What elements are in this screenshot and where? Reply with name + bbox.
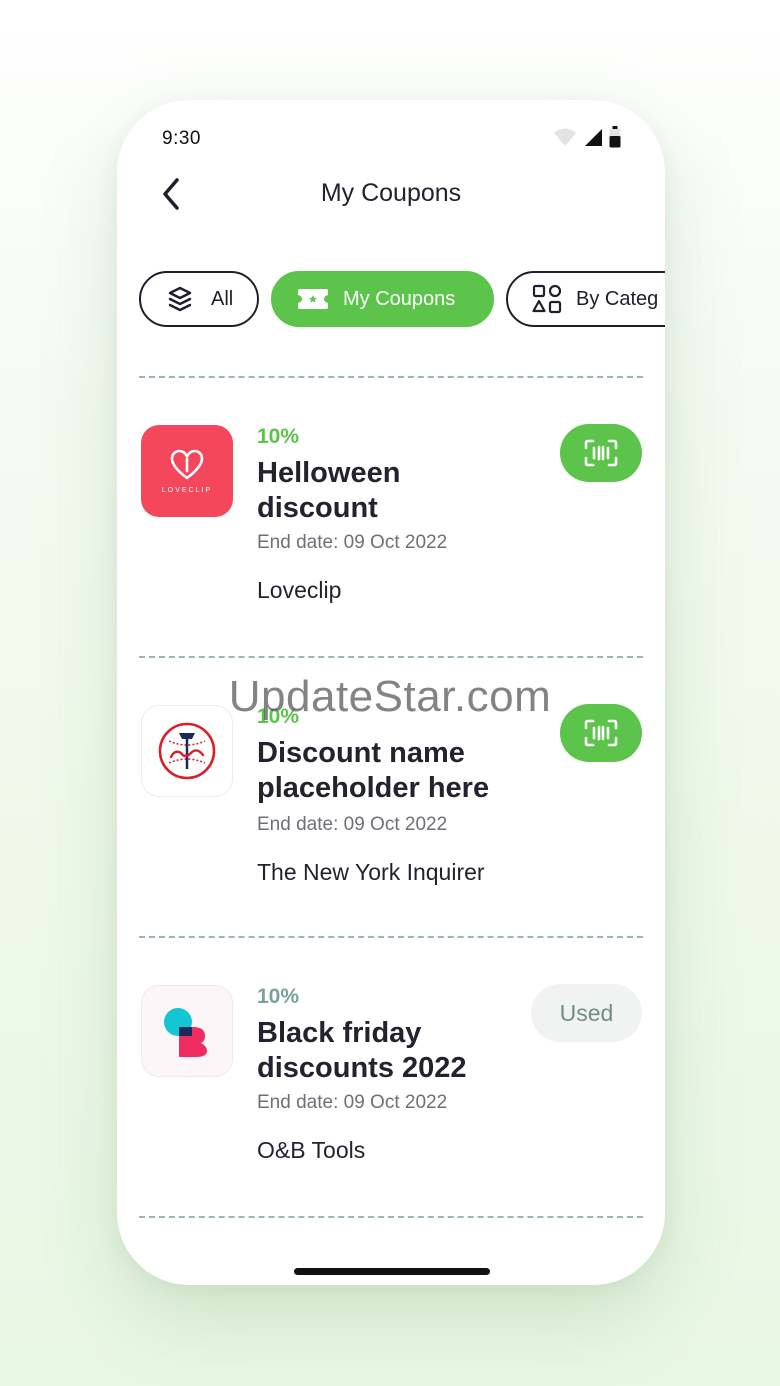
phone-frame: 9:30 My Coupons All My Coupons By Categ … [117, 100, 665, 1285]
tab-all[interactable]: All [139, 271, 259, 327]
used-badge: Used [531, 984, 642, 1042]
loveclip-logo: LOVECLIP [141, 425, 233, 517]
coupon-merchant: Loveclip [257, 577, 342, 603]
coupon-end-date: End date: 09 Oct 2022 [257, 814, 448, 835]
filter-tabs: All My Coupons By Categ [139, 271, 665, 331]
wifi-icon [554, 128, 576, 146]
coupon-end-date: End date: 09 Oct 2022 [257, 532, 448, 553]
dashed-divider [139, 376, 643, 378]
status-bar: 9:30 [117, 100, 665, 176]
layers-icon [167, 286, 193, 312]
status-time: 9:30 [162, 128, 201, 149]
yankees-logo [141, 705, 233, 797]
coupon-card[interactable]: LOVECLIP 10% Helloween discount End date… [117, 424, 665, 665]
coupon-percent: 10% [257, 985, 300, 1008]
scan-button[interactable] [560, 704, 642, 762]
coupon-merchant: O&B Tools [257, 1137, 366, 1163]
ob-tools-logo [141, 985, 233, 1077]
baseball-club-icon [158, 722, 216, 780]
coupon-percent: 10% [257, 425, 300, 448]
coupon-name: Discount name placeholder here [257, 737, 490, 804]
coupon-name: Helloween discount [257, 457, 401, 524]
ticket-icon [297, 287, 329, 311]
scan-barcode-icon [584, 719, 618, 747]
tab-my-coupons-label: My Coupons [343, 287, 456, 310]
status-icons [553, 126, 621, 148]
coupon-percent: 10% [257, 705, 300, 728]
dashed-divider [139, 656, 643, 658]
coupon-card[interactable]: 10% Black friday discounts 2022 End date… [117, 984, 665, 1225]
heart-icon [170, 449, 204, 479]
top-app-bar: My Coupons [117, 166, 665, 224]
signal-icon [585, 129, 602, 146]
tab-all-label: All [211, 287, 234, 310]
scan-barcode-icon [584, 439, 618, 467]
tab-by-category-label: By Categ [576, 287, 659, 310]
coupon-name: Black friday discounts 2022 [257, 1017, 467, 1084]
coupon-end-date: End date: 09 Oct 2022 [257, 1092, 448, 1113]
coupon-merchant: The New York Inquirer [257, 859, 485, 885]
scan-button[interactable] [560, 424, 642, 482]
home-indicator [294, 1268, 490, 1275]
dashed-divider [139, 936, 643, 938]
tab-by-category[interactable]: By Categ [506, 271, 665, 327]
loveclip-logo-text: LOVECLIP [161, 486, 213, 494]
dashed-divider [139, 1216, 643, 1218]
ob-shapes-icon [164, 1008, 207, 1057]
coupon-card[interactable]: 10% Discount name placeholder here End d… [117, 704, 665, 945]
categories-icon [532, 284, 562, 314]
tab-my-coupons[interactable]: My Coupons [271, 271, 494, 327]
battery-icon [609, 126, 621, 148]
page-title: My Coupons [320, 179, 462, 207]
